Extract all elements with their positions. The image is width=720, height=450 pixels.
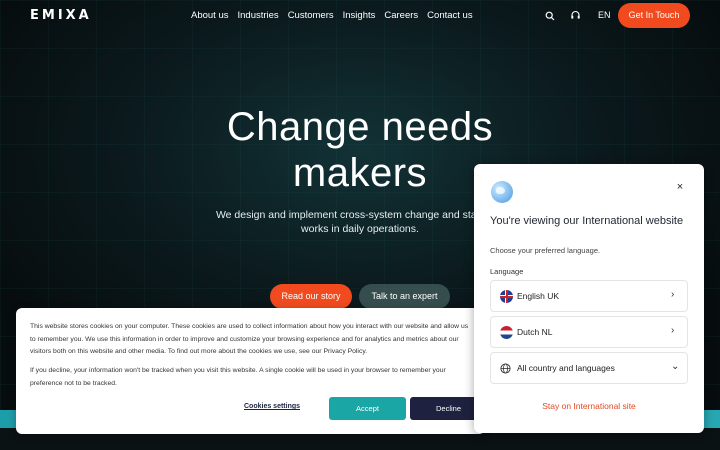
cookie-decline-info: If you decline, your information won't b… bbox=[30, 367, 446, 387]
get-in-touch-button[interactable]: Get In Touch bbox=[618, 3, 690, 28]
globe-outline-icon bbox=[500, 363, 511, 374]
cookie-text: This website stores cookies on your comp… bbox=[30, 323, 469, 355]
language-label: Language bbox=[490, 267, 524, 276]
modal-subtitle: Choose your preferred language. bbox=[490, 246, 601, 255]
language-select-all[interactable]: All country and languages ⌄ bbox=[490, 352, 688, 384]
chevron-right-icon: › bbox=[671, 325, 675, 336]
chevron-down-icon: ⌄ bbox=[671, 361, 680, 372]
read-our-story-button[interactable]: Read our story bbox=[270, 284, 352, 309]
logo[interactable]: EMIXA bbox=[30, 8, 92, 23]
option-label: Dutch NL bbox=[517, 327, 553, 337]
nav-item-contact-us[interactable]: Contact us bbox=[427, 10, 472, 21]
chevron-right-icon: › bbox=[671, 289, 675, 300]
nl-flag-icon bbox=[500, 326, 513, 339]
stay-international-link[interactable]: Stay on International site bbox=[490, 401, 688, 411]
search-icon[interactable] bbox=[545, 11, 555, 21]
language-switcher[interactable]: EN bbox=[598, 10, 611, 20]
option-label: English UK bbox=[517, 291, 560, 301]
nav-links: About us Industries Customers Insights C… bbox=[191, 10, 473, 21]
headline-line-1: Change needs bbox=[226, 105, 494, 149]
cookies-settings-link[interactable]: Cookies settings bbox=[244, 403, 300, 410]
language-option-english-uk[interactable]: English UK › bbox=[490, 280, 688, 312]
language-option-dutch-nl[interactable]: Dutch NL › bbox=[490, 316, 688, 348]
nav-item-insights[interactable]: Insights bbox=[343, 10, 376, 21]
modal-title: You're viewing our International website bbox=[490, 215, 684, 227]
cookie-banner: This website stores cookies on your comp… bbox=[16, 308, 487, 434]
language-modal: × You're viewing our International websi… bbox=[474, 164, 704, 433]
close-icon[interactable]: × bbox=[674, 181, 686, 193]
globe-icon bbox=[491, 181, 513, 203]
top-nav: EMIXA About us Industries Customers Insi… bbox=[0, 0, 720, 30]
nav-item-industries[interactable]: Industries bbox=[238, 10, 279, 21]
accept-button[interactable]: Accept bbox=[329, 397, 406, 420]
nav-item-customers[interactable]: Customers bbox=[288, 10, 334, 21]
nav-item-about-us[interactable]: About us bbox=[191, 10, 229, 21]
nav-item-careers[interactable]: Careers bbox=[384, 10, 418, 21]
headset-icon[interactable] bbox=[570, 10, 581, 21]
talk-to-expert-button[interactable]: Talk to an expert bbox=[359, 284, 450, 309]
uk-flag-icon bbox=[500, 290, 513, 303]
option-label: All country and languages bbox=[517, 363, 615, 373]
